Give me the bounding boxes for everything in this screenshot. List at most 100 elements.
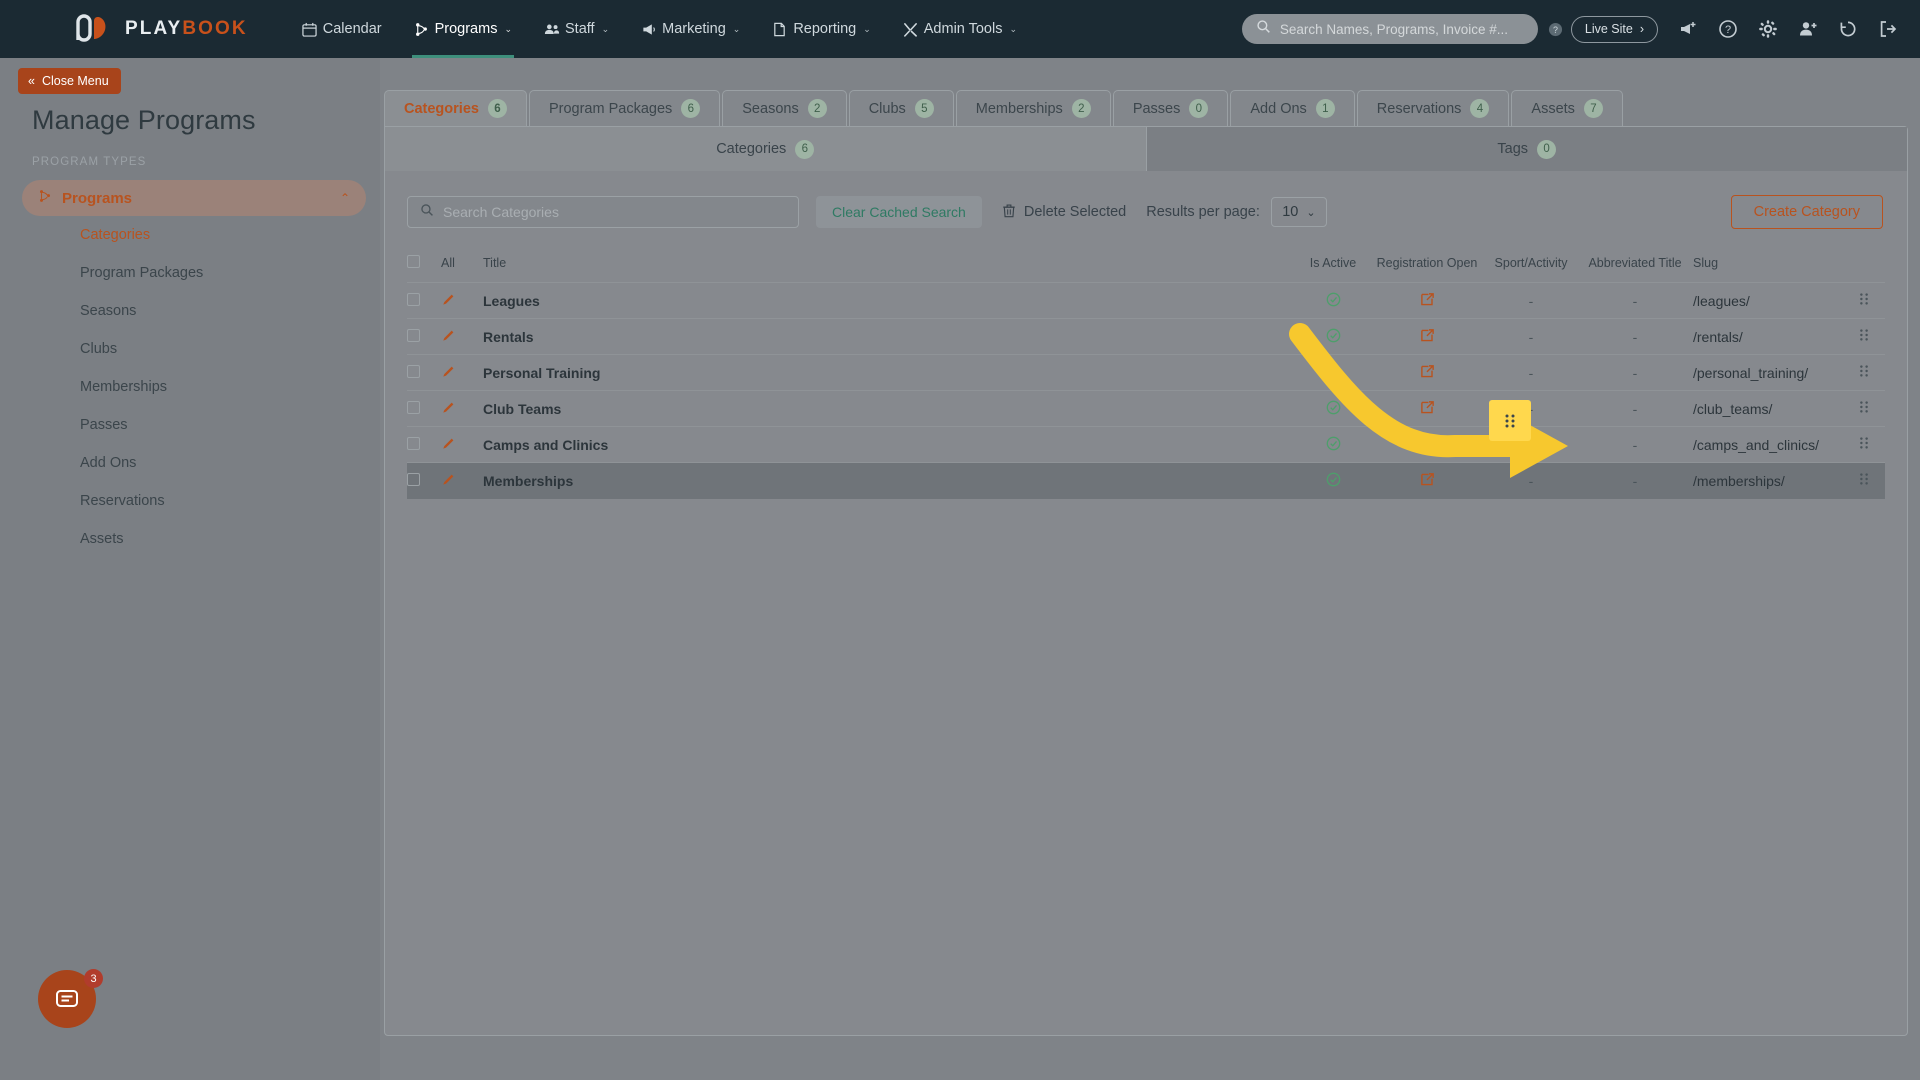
gear-icon[interactable] [1758,19,1778,39]
tab-reservations[interactable]: Reservations 4 [1356,90,1510,126]
row-checkbox[interactable] [407,292,420,306]
question-circle-icon[interactable]: ? [1548,22,1563,37]
cell-registration-open[interactable] [1369,319,1485,355]
chevron-up-icon: ⌃ [339,191,350,205]
table-row[interactable]: Rentals - - /rentals/ [407,318,1885,355]
tab-passes[interactable]: Passes 0 [1112,90,1229,126]
cell-registration-open[interactable] [1369,427,1485,463]
row-checkbox[interactable] [407,364,420,378]
tab-count: 2 [807,99,827,118]
tab-program-packages[interactable]: Program Packages 6 [528,90,721,126]
search-categories-placeholder: Search Categories [443,204,559,220]
external-link-icon[interactable] [1420,292,1435,310]
create-category-button[interactable]: Create Category [1730,195,1883,229]
nav-item-staff[interactable]: Staff ⌄ [528,0,625,58]
edit-pencil-icon[interactable] [441,330,456,346]
row-checkbox[interactable] [407,400,420,414]
content-panel: Categories 6 Tags 0 Search Categories Clea… [384,126,1908,1036]
nav-item-marketing[interactable]: Marketing ⌄ [625,0,756,58]
drag-handle-icon[interactable] [1843,319,1885,355]
drag-handle-icon[interactable] [1843,427,1885,463]
cell-sport-activity: - [1528,364,1534,381]
row-checkbox[interactable] [407,436,420,450]
edit-pencil-icon[interactable] [441,366,456,382]
playbook-logo[interactable]: PLAYBOOK [72,14,248,44]
table-row[interactable]: Club Teams--/club_teams/ [407,390,1885,427]
tab-count: 5 [914,99,934,118]
subtab-tags[interactable]: Tags 0 [1145,127,1907,171]
close-menu-button[interactable]: « Close Menu [18,68,121,94]
logout-icon[interactable] [1878,19,1898,39]
sidebar-item-passes[interactable]: Passes [0,406,380,444]
sidebar: « Close Menu Manage Programs PROGRAM TYP… [0,58,380,1080]
sidebar-item-label: Add Ons [80,455,137,471]
highlighted-drag-handle-icon[interactable] [1489,400,1531,441]
nav-item-admin-tools[interactable]: Admin Tools ⌄ [887,0,1033,58]
edit-pencil-icon[interactable] [441,438,456,454]
tab-memberships[interactable]: Memberships 2 [955,90,1111,126]
external-link-icon[interactable] [1420,400,1435,418]
cell-registration-open[interactable] [1369,463,1485,499]
clear-cached-search-button[interactable]: Clear Cached Search [816,196,982,228]
tab-categories[interactable]: Categories 6 [384,90,527,126]
tab-add-ons[interactable]: Add Ons 1 [1230,90,1355,126]
sidebar-item-clubs[interactable]: Clubs [0,330,380,368]
sidebar-item-label: Clubs [80,341,118,357]
cell-registration-open[interactable] [1369,355,1485,391]
nav-item-calendar[interactable]: Calendar [286,0,398,58]
row-checkbox[interactable] [407,472,420,486]
search-categories-input[interactable]: Search Categories [407,196,799,228]
sidebar-item-program-packages[interactable]: Program Packages [0,254,380,292]
results-per-page-select[interactable]: 10 ⌄ [1270,197,1327,227]
row-checkbox[interactable] [407,328,420,342]
global-search-input[interactable]: Search Names, Programs, Invoice #... [1241,14,1538,44]
subtab-categories[interactable]: Categories 6 [385,127,1146,171]
subtab-count: 6 [795,139,815,159]
edit-pencil-icon[interactable] [441,474,456,490]
external-link-icon[interactable] [1420,364,1435,382]
tab-seasons[interactable]: Seasons 2 [722,90,847,126]
drag-handle-icon[interactable] [1843,463,1885,499]
table-row[interactable]: Memberships - - /memberships/ [407,462,1885,499]
cell-registration-open[interactable] [1369,391,1485,427]
history-icon[interactable] [1838,19,1858,39]
sidebar-item-label: Program Packages [80,265,204,281]
column-header-all: All [441,256,455,270]
table-row[interactable]: Leagues - - /leagues/ [407,282,1885,319]
cell-title: Personal Training [483,364,601,381]
clear-cached-search-label: Clear Cached Search [832,204,966,220]
table-row[interactable]: Camps and Clinics - -/camps_and_clinics/ [407,426,1885,463]
sidebar-item-add-ons[interactable]: Add Ons [0,444,380,482]
drag-handle-icon[interactable] [1843,283,1885,319]
drag-handle-icon[interactable] [1843,391,1885,427]
cell-abbreviated-title: - [1632,472,1638,489]
cell-registration-open[interactable] [1369,283,1485,319]
add-user-icon[interactable] [1798,19,1818,39]
nav-item-reporting[interactable]: Reporting ⌄ [756,0,886,58]
cell-title: Rentals [483,328,534,345]
tab-clubs[interactable]: Clubs 5 [848,90,954,126]
tab-assets[interactable]: Assets 7 [1511,90,1623,126]
sidebar-item-seasons[interactable]: Seasons [0,292,380,330]
search-icon [420,203,434,222]
edit-pencil-icon[interactable] [441,294,456,310]
drag-handle-icon[interactable] [1843,355,1885,391]
external-link-icon[interactable] [1420,472,1435,490]
select-all-checkbox[interactable] [407,255,420,268]
external-link-icon[interactable] [1420,328,1435,346]
sidebar-item-memberships[interactable]: Memberships [0,368,380,406]
secondary-tabs: Categories 6 Tags 0 [385,127,1907,171]
delete-selected-button[interactable]: Delete Selected [1002,196,1126,228]
sidebar-item-reservations[interactable]: Reservations [0,482,380,520]
nav-item-programs[interactable]: Programs ⌄ [398,0,528,58]
announcement-add-icon[interactable] [1678,19,1698,39]
sidebar-item-categories[interactable]: Categories [0,216,380,254]
cell-is-active [1297,319,1369,355]
help-circle-icon[interactable]: ? [1718,19,1738,39]
sidebar-group-programs[interactable]: Programs ⌃ [22,180,366,216]
live-site-button[interactable]: Live Site › [1570,15,1658,43]
external-link-icon[interactable] [1420,436,1435,454]
sidebar-item-assets[interactable]: Assets [0,520,380,558]
edit-pencil-icon[interactable] [441,402,456,418]
table-row[interactable]: Personal Training - - /personal_training/ [407,354,1885,391]
